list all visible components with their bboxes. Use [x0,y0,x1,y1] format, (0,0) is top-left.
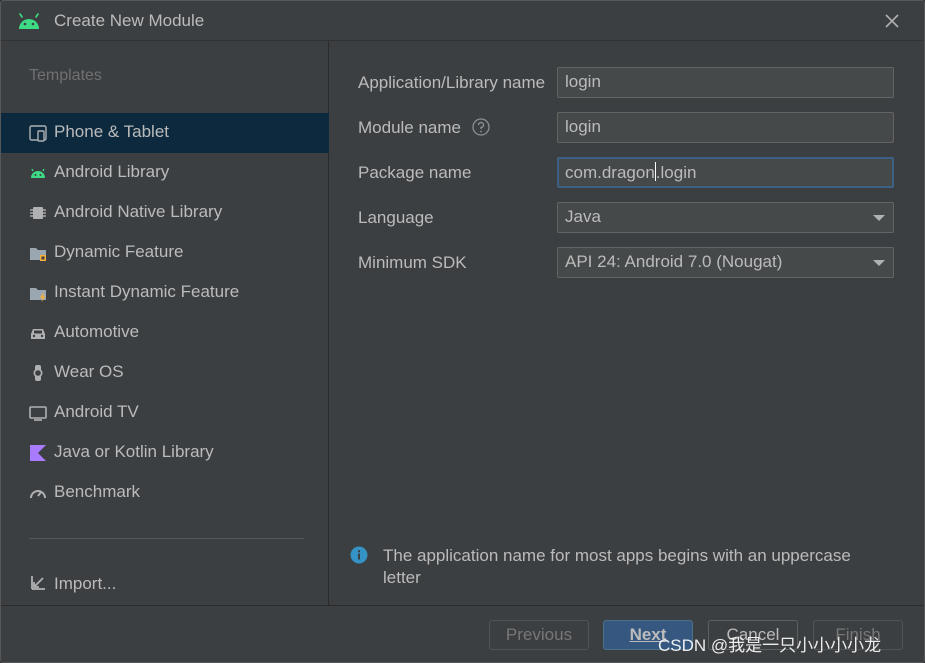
language-select[interactable]: Java [557,202,894,233]
sidebar-item-label: Android Native Library [54,202,223,221]
sidebar-item-android-library[interactable]: Android Library [1,153,329,193]
sidebar-item-instant-dynamic-feature[interactable]: Instant Dynamic Feature [1,273,329,313]
min-sdk-row: Minimum SDK API 24: Android 7.0 (Nougat) [358,247,898,279]
sidebar-item-label: Dynamic Feature [54,242,184,261]
language-selected-value: Java [565,207,601,226]
android-icon [31,168,45,178]
templates-list: Phone & Tablet Android Library Android N… [1,113,329,513]
app-name-input[interactable]: login [557,67,894,98]
module-form: Application/Library name login Module na… [330,41,924,605]
chip-icon [30,207,46,219]
sidebar-item-wear-os[interactable]: Wear OS [1,353,329,393]
kotlin-icon [30,445,46,461]
folder-icon [30,248,46,261]
import-button[interactable]: Import... [1,565,329,603]
package-name-text-before-cursor: com.dragon [565,163,655,182]
close-icon[interactable] [881,10,903,32]
info-icon [350,546,368,564]
package-name-text-after-cursor: .login [655,163,697,182]
create-module-dialog: Create New Module Templates Phone & Tabl… [0,0,925,663]
sidebar-divider [29,538,304,539]
import-label: Import... [54,574,117,593]
package-name-row: Package name com.dragon.login [358,157,898,189]
sidebar-item-label: Automotive [54,322,140,341]
phone-tablet-icon [29,125,47,142]
dialog-title: Create New Module [54,11,205,30]
templates-sidebar: Templates Phone & Tablet Android Library [1,41,329,605]
module-name-input[interactable]: login [557,112,894,143]
sidebar-item-label: Wear OS [54,362,124,381]
import-arrow-icon [31,576,45,590]
min-sdk-selected-value: API 24: Android 7.0 (Nougat) [565,252,783,271]
sidebar-item-label: Android Library [54,162,170,181]
info-text: The application name for most apps begin… [383,546,851,587]
sidebar-item-label: Benchmark [54,482,140,501]
car-icon [31,329,45,339]
sidebar-item-dynamic-feature[interactable]: Dynamic Feature [1,233,329,273]
language-row: Language Java [358,202,898,234]
tv-icon [29,406,47,421]
templates-heading: Templates [29,67,102,84]
module-name-row: Module name login [358,112,898,144]
sidebar-item-java-kotlin-library[interactable]: Java or Kotlin Library [1,433,329,473]
language-label: Language [358,208,434,227]
folder-bolt-icon [30,288,46,302]
sidebar-item-label: Instant Dynamic Feature [54,282,240,301]
min-sdk-label: Minimum SDK [358,253,467,272]
package-name-label: Package name [358,163,472,182]
help-icon[interactable] [471,117,491,137]
sidebar-item-benchmark[interactable]: Benchmark [1,473,329,513]
sidebar-item-phone-tablet[interactable]: Phone & Tablet [1,113,329,153]
csdn-watermark: CSDN @我是一只小小小小龙 [658,636,882,655]
sidebar-item-label: Android TV [54,402,139,421]
android-logo-icon [19,13,39,29]
sidebar-item-label: Phone & Tablet [54,122,169,141]
sidebar-item-label: Java or Kotlin Library [54,442,214,461]
min-sdk-select[interactable]: API 24: Android 7.0 (Nougat) [557,247,894,278]
watch-icon [33,365,43,381]
previous-button[interactable]: Previous [489,620,589,650]
package-name-input[interactable]: com.dragon.login [557,157,894,188]
chevron-down-icon [873,260,885,266]
app-name-label: Application/Library name [358,73,546,92]
chevron-down-icon [873,215,885,221]
sidebar-item-android-tv[interactable]: Android TV [1,393,329,433]
gauge-icon [30,490,46,499]
sidebar-item-automotive[interactable]: Automotive [1,313,329,353]
module-name-label: Module name [358,118,462,137]
title-bar: Create New Module [1,1,924,41]
app-name-row: Application/Library name login [358,67,898,99]
sidebar-item-android-native-library[interactable]: Android Native Library [1,193,329,233]
